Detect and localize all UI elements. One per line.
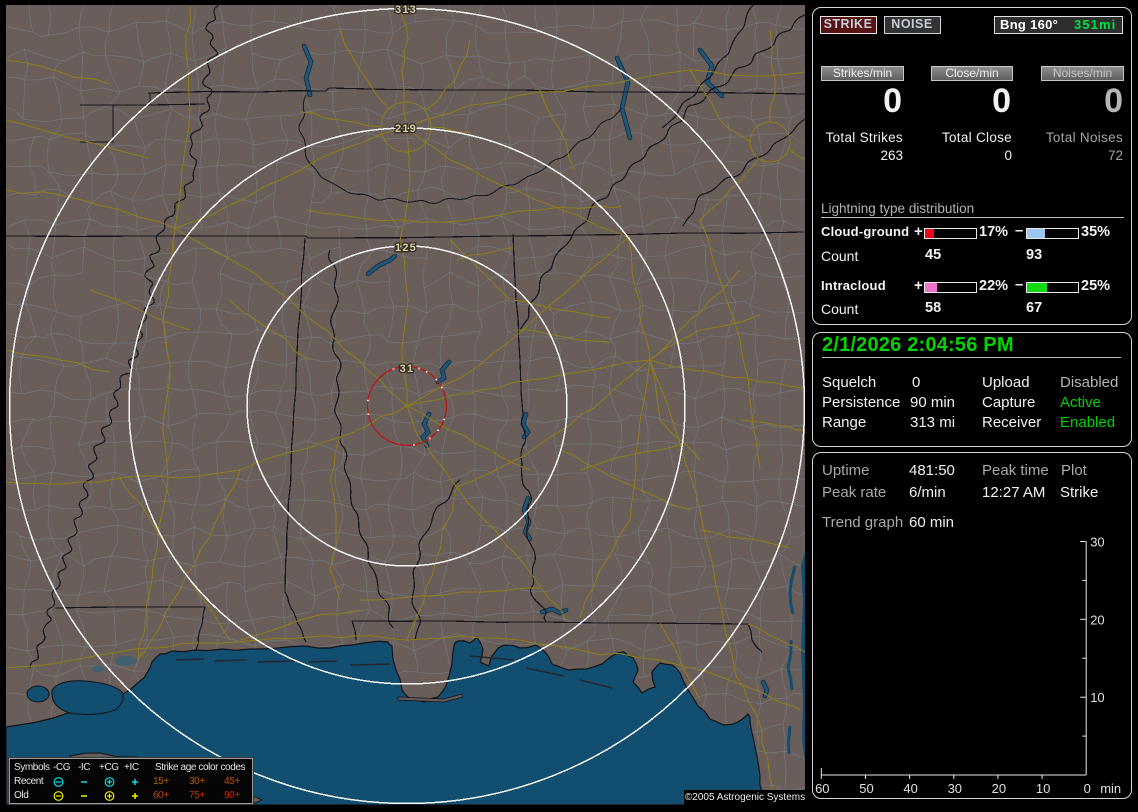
svg-text:30: 30 [948, 781, 962, 796]
svg-text:60: 60 [815, 781, 829, 796]
svg-text:219: 219 [395, 123, 417, 135]
svg-text:50: 50 [859, 781, 873, 796]
svg-text:20: 20 [992, 781, 1006, 796]
svg-text:20: 20 [1090, 612, 1104, 627]
svg-text:10: 10 [1036, 781, 1050, 796]
svg-text:min: min [1100, 781, 1121, 796]
svg-text:31: 31 [400, 363, 415, 375]
svg-text:30: 30 [1090, 535, 1104, 550]
svg-text:40: 40 [903, 781, 917, 796]
svg-text:10: 10 [1090, 690, 1104, 705]
svg-text:125: 125 [395, 242, 417, 254]
svg-text:313: 313 [395, 4, 417, 16]
svg-text:0: 0 [1084, 781, 1091, 796]
